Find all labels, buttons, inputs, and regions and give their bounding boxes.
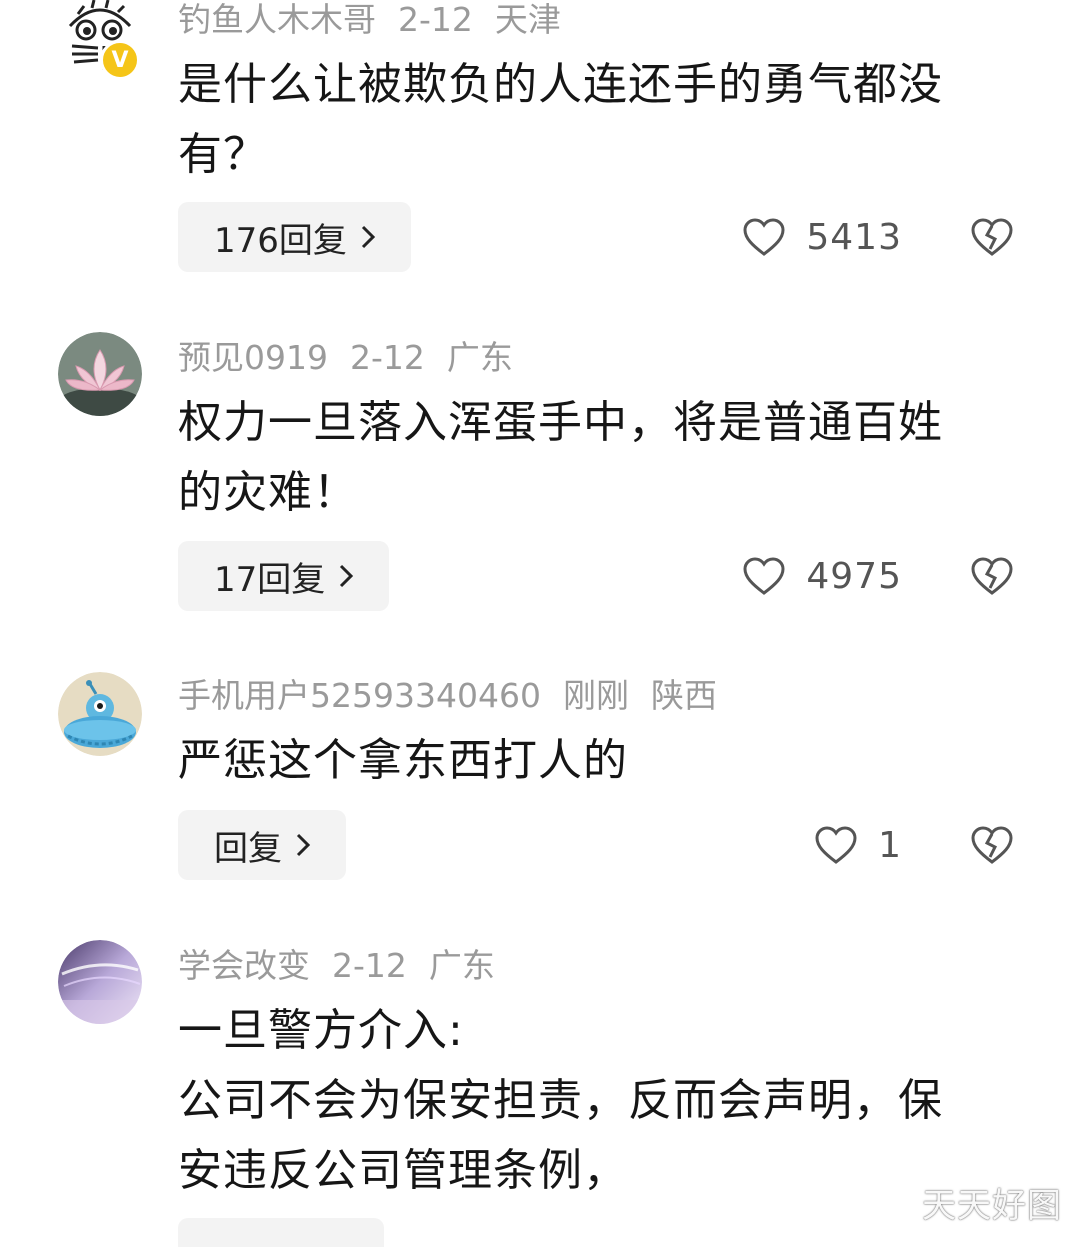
view-replies-button-partial[interactable] — [178, 1218, 384, 1247]
heart-icon — [743, 218, 785, 256]
reply-count-label: 回复 — [214, 828, 282, 869]
chevron-right-icon — [296, 833, 311, 857]
like-count: 1 — [878, 824, 902, 866]
comment-content[interactable]: 一旦警方介入: 公司不会为保安担责，反而会声明，保 安违反公司管理条例， — [178, 996, 1008, 1206]
username[interactable]: 预见0919 — [178, 338, 328, 377]
username[interactable]: 手机用户52593340460 — [178, 676, 541, 715]
comment-date: 2-12 — [349, 338, 425, 377]
watermark: 天天好图 — [922, 1186, 1062, 1226]
comment-content[interactable]: 是什么让被欺负的人连还手的勇气都没 有？ — [178, 50, 1008, 190]
comment-meta: 手机用户52593340460 刚刚 陕西 — [178, 676, 739, 716]
like-button[interactable]: 1 — [814, 810, 902, 880]
lotus-flower-avatar-icon[interactable] — [58, 332, 142, 416]
comment-date: 刚刚 — [562, 676, 629, 715]
verified-badge-icon: V — [100, 40, 140, 80]
content-line: 严惩这个拿东西打人的 — [178, 735, 628, 786]
username[interactable]: 学会改变 — [178, 946, 310, 985]
comment-meta: 预见0919 2-12 广东 — [178, 338, 535, 378]
like-count: 4975 — [806, 555, 902, 597]
reply-count-label: 17回复 — [214, 559, 326, 600]
dislike-button[interactable] — [970, 541, 1016, 611]
view-replies-button[interactable]: 17回复 — [178, 541, 390, 611]
comment-location: 广东 — [428, 946, 495, 985]
content-line: 是什么让被欺负的人连还手的勇气都没 — [178, 59, 943, 110]
content-line: 有？ — [178, 129, 268, 180]
broken-heart-icon — [971, 557, 1013, 595]
content-line: 公司不会为保安担责，反而会声明，保 — [178, 1075, 943, 1126]
alien-ufo-avatar-icon[interactable] — [58, 672, 142, 756]
content-line: 权力一旦落入浑蛋手中，将是普通百姓 — [178, 397, 943, 448]
comment-meta: 学会改变 2-12 广东 — [178, 946, 517, 986]
content-line: 安违反公司管理条例， — [178, 1145, 628, 1196]
view-replies-button[interactable]: 176回复 — [178, 202, 411, 272]
like-count: 5413 — [806, 216, 902, 258]
dislike-button[interactable] — [970, 810, 1016, 880]
heart-icon — [815, 826, 857, 864]
username[interactable]: 钓鱼人木木哥 — [178, 0, 376, 39]
chevron-right-icon — [340, 564, 354, 588]
comment-content[interactable]: 权力一旦落入浑蛋手中，将是普通百姓 的灾难！ — [178, 388, 1008, 528]
like-button[interactable]: 4975 — [742, 541, 902, 611]
comment-content[interactable]: 严惩这个拿东西打人的 — [178, 726, 1008, 796]
heart-icon — [743, 557, 785, 595]
content-line: 的灾难！ — [178, 467, 358, 518]
broken-heart-icon — [971, 826, 1013, 864]
comment-location: 广东 — [446, 338, 513, 377]
purple-abstract-avatar-icon[interactable] — [58, 940, 142, 1024]
comment-location: 天津 — [494, 0, 561, 39]
dislike-button[interactable] — [970, 202, 1016, 272]
reply-count-label: 176回复 — [214, 220, 347, 261]
comment-feed: V 钓鱼人木木哥 2-12 天津 是什么让被欺负的人连还手的勇气都没 有？ 176回… — [0, 0, 1080, 1247]
view-replies-button[interactable]: 回复 — [178, 810, 346, 880]
comment-date: 2-12 — [398, 0, 473, 39]
comment-location: 陕西 — [650, 676, 717, 715]
content-line: 一旦警方介入: — [178, 1005, 464, 1056]
like-button[interactable]: 5413 — [742, 202, 902, 272]
comment-date: 2-12 — [332, 946, 407, 985]
broken-heart-icon — [971, 218, 1013, 256]
comment-meta: 钓鱼人木木哥 2-12 天津 — [178, 0, 583, 40]
chevron-right-icon — [361, 225, 376, 249]
